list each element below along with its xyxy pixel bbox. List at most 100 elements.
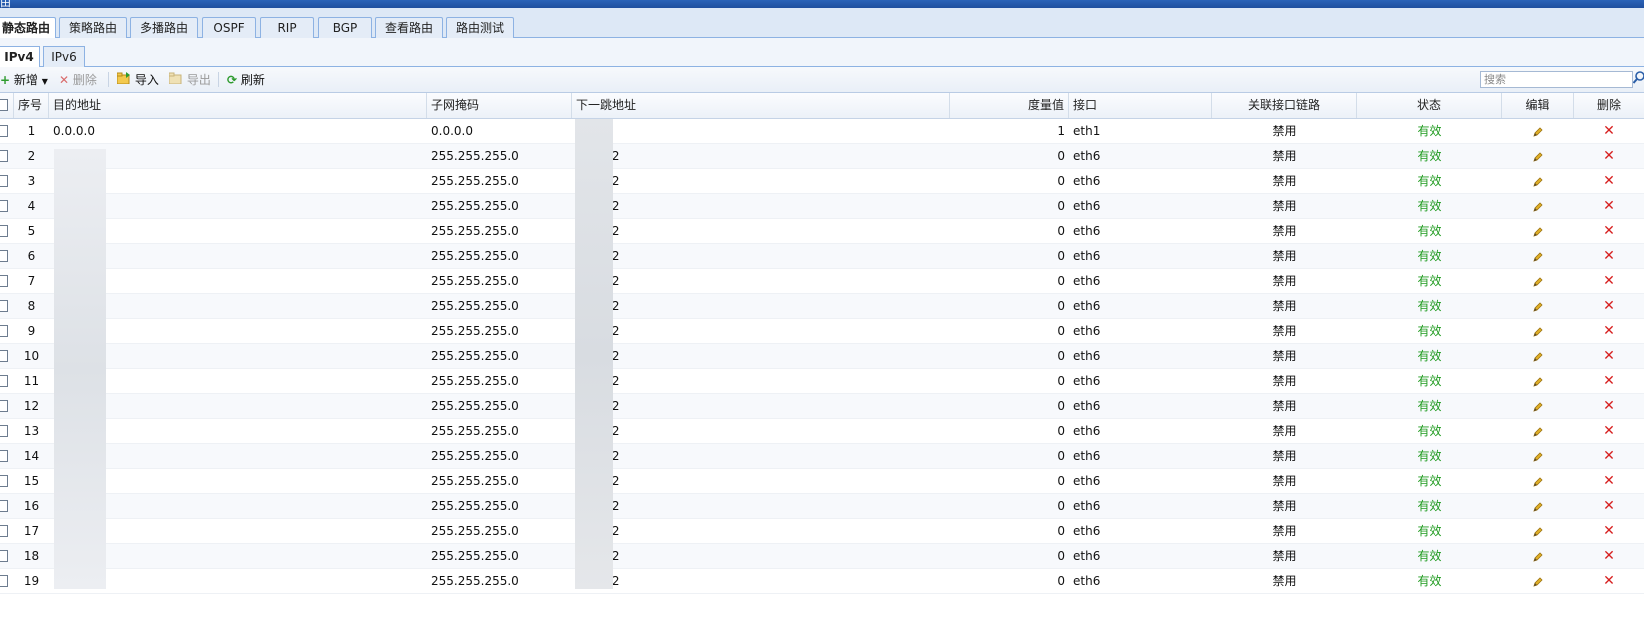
edit-icon[interactable] xyxy=(1502,369,1574,393)
edit-icon[interactable] xyxy=(1502,494,1574,518)
row-checkbox[interactable] xyxy=(0,400,8,412)
delete-x-icon[interactable]: ✕ xyxy=(1574,394,1644,418)
delete-x-icon[interactable]: ✕ xyxy=(1574,219,1644,243)
table-row[interactable]: 15 255.255.255.0 .2 0 eth6 禁用 有效 ✕ xyxy=(0,469,1644,494)
edit-icon[interactable] xyxy=(1502,194,1574,218)
delete-x-icon[interactable]: ✕ xyxy=(1574,319,1644,343)
delete-x-icon[interactable]: ✕ xyxy=(1574,519,1644,543)
table-row[interactable]: 7 255.255.255.0 .2 0 eth6 禁用 有效 ✕ xyxy=(0,269,1644,294)
table-row[interactable]: 17 255.255.255.0 .2 0 eth6 禁用 有效 ✕ xyxy=(0,519,1644,544)
table-row[interactable]: 4 255.255.255.0 .2 0 eth6 禁用 有效 ✕ xyxy=(0,194,1644,219)
table-row[interactable]: 5 255.255.255.0 .2 0 eth6 禁用 有效 ✕ xyxy=(0,219,1644,244)
import-button[interactable]: 导入 xyxy=(116,71,159,89)
tab-ipv4[interactable]: IPv4 xyxy=(0,46,40,68)
row-checkbox[interactable] xyxy=(0,575,8,587)
table-row[interactable]: 8 255.255.255.0 .2 0 eth6 禁用 有效 ✕ xyxy=(0,294,1644,319)
tab-static-route[interactable]: 静态路由 xyxy=(0,17,56,39)
table-row[interactable]: 13 255.255.255.0 .2 0 eth6 禁用 有效 ✕ xyxy=(0,419,1644,444)
col-header-metric[interactable]: 度量值 xyxy=(950,93,1069,118)
col-header-nexthop[interactable]: 下一跳地址 xyxy=(572,93,950,118)
add-button[interactable]: + 新增 ▼ xyxy=(0,71,48,89)
delete-x-icon[interactable]: ✕ xyxy=(1574,419,1644,443)
delete-x-icon[interactable]: ✕ xyxy=(1574,369,1644,393)
col-header-dest[interactable]: 目的地址 xyxy=(49,93,427,118)
tab-ipv6[interactable]: IPv6 xyxy=(43,46,85,67)
edit-icon[interactable] xyxy=(1502,244,1574,268)
delete-x-icon[interactable]: ✕ xyxy=(1574,269,1644,293)
col-header-seq[interactable]: 序号 xyxy=(14,93,49,118)
delete-button[interactable]: ✕ 删除 xyxy=(59,71,97,89)
tab-ospf[interactable]: OSPF xyxy=(202,17,256,38)
row-checkbox[interactable] xyxy=(0,500,8,512)
row-checkbox[interactable] xyxy=(0,550,8,562)
edit-icon[interactable] xyxy=(1502,269,1574,293)
row-checkbox[interactable] xyxy=(0,325,8,337)
table-row[interactable]: 12 255.255.255.0 .2 0 eth6 禁用 有效 ✕ xyxy=(0,394,1644,419)
table-row[interactable]: 6 255.255.255.0 .2 0 eth6 禁用 有效 ✕ xyxy=(0,244,1644,269)
edit-icon[interactable] xyxy=(1502,569,1574,593)
table-row[interactable]: 9 255.255.255.0 .2 0 eth6 禁用 有效 ✕ xyxy=(0,319,1644,344)
tab-multicast-route[interactable]: 多播路由 xyxy=(130,17,198,38)
select-all-checkbox[interactable] xyxy=(0,99,8,111)
table-row[interactable]: 3 255.255.255.0 .2 0 eth6 禁用 有效 ✕ xyxy=(0,169,1644,194)
row-checkbox[interactable] xyxy=(0,200,8,212)
delete-x-icon[interactable]: ✕ xyxy=(1574,294,1644,318)
edit-icon[interactable] xyxy=(1502,294,1574,318)
table-row[interactable]: 1 0.0.0.0 0.0.0.0 1 eth1 禁用 有效 ✕ xyxy=(0,119,1644,144)
edit-icon[interactable] xyxy=(1502,319,1574,343)
tab-bgp[interactable]: BGP xyxy=(318,17,372,38)
tab-rip[interactable]: RIP xyxy=(260,17,314,38)
delete-x-icon[interactable]: ✕ xyxy=(1574,244,1644,268)
row-checkbox[interactable] xyxy=(0,275,8,287)
delete-x-icon[interactable]: ✕ xyxy=(1574,544,1644,568)
row-checkbox[interactable] xyxy=(0,175,8,187)
edit-icon[interactable] xyxy=(1502,119,1574,143)
table-row[interactable]: 10 255.255.255.0 .2 0 eth6 禁用 有效 ✕ xyxy=(0,344,1644,369)
table-row[interactable]: 18 255.255.255.0 .2 0 eth6 禁用 有效 ✕ xyxy=(0,544,1644,569)
delete-x-icon[interactable]: ✕ xyxy=(1574,144,1644,168)
delete-x-icon[interactable]: ✕ xyxy=(1574,119,1644,143)
row-checkbox[interactable] xyxy=(0,250,8,262)
col-header-mask[interactable]: 子网掩码 xyxy=(427,93,572,118)
row-checkbox[interactable] xyxy=(0,450,8,462)
row-checkbox[interactable] xyxy=(0,350,8,362)
edit-icon[interactable] xyxy=(1502,394,1574,418)
col-header-iface[interactable]: 接口 xyxy=(1069,93,1212,118)
row-checkbox[interactable] xyxy=(0,125,8,137)
tab-route-test[interactable]: 路由测试 xyxy=(446,17,514,38)
delete-x-icon[interactable]: ✕ xyxy=(1574,344,1644,368)
delete-x-icon[interactable]: ✕ xyxy=(1574,494,1644,518)
table-row[interactable]: 2 255.255.255.0 .2 0 eth6 禁用 有效 ✕ xyxy=(0,144,1644,169)
edit-icon[interactable] xyxy=(1502,344,1574,368)
col-header-status[interactable]: 状态 xyxy=(1357,93,1502,118)
table-row[interactable]: 16 255.255.255.0 .2 0 eth6 禁用 有效 ✕ xyxy=(0,494,1644,519)
row-checkbox[interactable] xyxy=(0,375,8,387)
table-row[interactable]: 19 255.255.255.0 .2 0 eth6 禁用 有效 ✕ xyxy=(0,569,1644,594)
search-input[interactable] xyxy=(1480,71,1633,88)
edit-icon[interactable] xyxy=(1502,169,1574,193)
delete-x-icon[interactable]: ✕ xyxy=(1574,169,1644,193)
row-checkbox[interactable] xyxy=(0,425,8,437)
refresh-button[interactable]: ⟳ 刷新 xyxy=(227,71,265,89)
edit-icon[interactable] xyxy=(1502,544,1574,568)
edit-icon[interactable] xyxy=(1502,444,1574,468)
row-checkbox[interactable] xyxy=(0,525,8,537)
tab-policy-route[interactable]: 策略路由 xyxy=(59,17,127,38)
delete-x-icon[interactable]: ✕ xyxy=(1574,194,1644,218)
edit-icon[interactable] xyxy=(1502,144,1574,168)
row-checkbox[interactable] xyxy=(0,475,8,487)
edit-icon[interactable] xyxy=(1502,219,1574,243)
search-icon[interactable] xyxy=(1632,71,1644,87)
row-checkbox[interactable] xyxy=(0,300,8,312)
export-button[interactable]: 导出 xyxy=(168,71,211,89)
delete-x-icon[interactable]: ✕ xyxy=(1574,569,1644,593)
delete-x-icon[interactable]: ✕ xyxy=(1574,469,1644,493)
delete-x-icon[interactable]: ✕ xyxy=(1574,444,1644,468)
col-header-linkbind[interactable]: 关联接口链路 xyxy=(1212,93,1357,118)
edit-icon[interactable] xyxy=(1502,419,1574,443)
edit-icon[interactable] xyxy=(1502,469,1574,493)
edit-icon[interactable] xyxy=(1502,519,1574,543)
row-checkbox[interactable] xyxy=(0,225,8,237)
table-row[interactable]: 11 255.255.255.0 .2 0 eth6 禁用 有效 ✕ xyxy=(0,369,1644,394)
table-row[interactable]: 14 255.255.255.0 .2 0 eth6 禁用 有效 ✕ xyxy=(0,444,1644,469)
